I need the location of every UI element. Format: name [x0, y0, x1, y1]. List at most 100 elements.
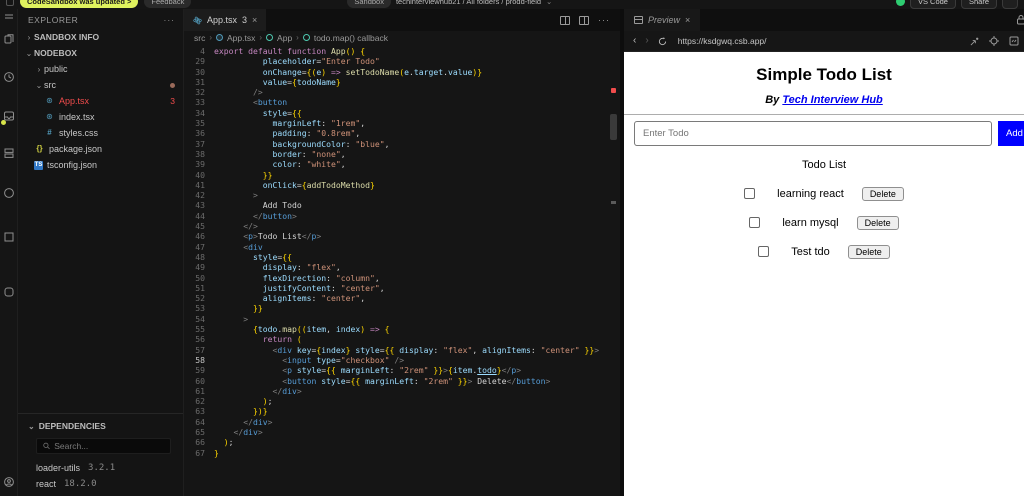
tab-preview[interactable]: Preview ×	[624, 9, 701, 31]
add-todo-button[interactable]: Add Todo	[998, 121, 1024, 146]
forward-icon[interactable]: ›	[645, 36, 648, 46]
breadcrumb-item[interactable]: src	[194, 33, 205, 43]
code-line[interactable]: 47 < div	[184, 242, 608, 252]
delete-button[interactable]: Delete	[847, 244, 890, 259]
code-line[interactable]: 63 })}	[184, 406, 608, 416]
code-line[interactable]: 4 export default function App() {	[184, 46, 608, 56]
code-line[interactable]: 33 < button	[184, 97, 608, 107]
refresh-icon[interactable]	[658, 36, 667, 46]
code-line[interactable]: 34 style ={{	[184, 108, 608, 118]
code-line[interactable]: 45 </>	[184, 221, 608, 231]
more-actions-icon[interactable]: ···	[598, 15, 610, 25]
dependency-item[interactable]: react 18.2.0	[18, 476, 183, 492]
dependency-item[interactable]: loader-utils 3.2.1	[18, 460, 183, 476]
sidebar-item-tsconfig-json[interactable]: TS tsconfig.json	[18, 157, 183, 173]
tab-app-tsx[interactable]: App.tsx 3 ×	[184, 9, 267, 31]
sidebar-item-app-tsx[interactable]: ⊛ App.tsx 3	[18, 93, 183, 109]
avatar[interactable]	[895, 0, 905, 6]
todo-checkbox[interactable]	[744, 188, 756, 199]
update-banner-pill[interactable]: CodeSandbox was updated >	[20, 0, 139, 8]
sidebar-item-styles-css[interactable]: # styles.css	[18, 125, 183, 141]
code-line[interactable]: 43 Add Todo	[184, 200, 608, 210]
code-line[interactable]: 58 < input type = "checkbox" />	[184, 355, 608, 365]
code-line[interactable]: 41 onClick ={addTodoMethod}	[184, 180, 608, 190]
open-external-icon[interactable]	[970, 37, 979, 46]
code-line[interactable]: 46 < p > Todo List </p >	[184, 231, 608, 241]
code-line[interactable]: 67}	[184, 448, 608, 458]
files-icon[interactable]	[3, 33, 15, 45]
split-editor-right-icon[interactable]	[579, 15, 589, 25]
vscode-button[interactable]: VS Code	[909, 0, 956, 9]
code-line[interactable]: 49 display: "flex",	[184, 262, 608, 272]
code-area[interactable]: 4 export default function App() {29 place…	[184, 46, 608, 496]
delete-button[interactable]: Delete	[856, 215, 899, 230]
code-line[interactable]: 32 />	[184, 87, 608, 97]
code-line[interactable]: 52 alignItems: "center",	[184, 293, 608, 303]
circle-icon[interactable]	[3, 187, 15, 199]
dependency-search-input[interactable]	[54, 441, 164, 451]
code-line[interactable]: 30 onChange ={(e) => setTodoName(e. target…	[184, 67, 608, 77]
code-line[interactable]: 66 );	[184, 437, 608, 447]
code-line[interactable]: 40 }}	[184, 170, 608, 180]
code-line[interactable]: 54 >	[184, 314, 608, 324]
scrollbar-thumb[interactable]	[610, 114, 617, 140]
account-icon[interactable]	[3, 476, 15, 488]
sandbox-pill[interactable]: Sandbox	[347, 0, 391, 8]
chevron-down-icon[interactable]: ⌄	[28, 422, 35, 431]
code-line[interactable]: 59 < p style ={{ marginLeft: "2rem" }} >{it…	[184, 365, 608, 375]
code-line[interactable]: 57 < div key ={index} style ={{ display: "f…	[184, 345, 608, 355]
code-line[interactable]: 29 placeholder = "Enter Todo"	[184, 56, 608, 66]
close-icon[interactable]: ×	[252, 15, 257, 25]
todo-checkbox[interactable]	[749, 217, 761, 228]
breadcrumb-item[interactable]: App.tsx	[227, 33, 255, 43]
close-icon[interactable]: ×	[685, 15, 690, 25]
code-line[interactable]: 39 color: "white",	[184, 159, 608, 169]
todo-checkbox[interactable]	[758, 246, 770, 257]
code-line[interactable]: 56 return (	[184, 334, 608, 344]
code-line[interactable]: 44 </button >	[184, 211, 608, 221]
breadcrumb-item[interactable]: todo.map() callback	[314, 33, 388, 43]
code-line[interactable]: 53 }}	[184, 303, 608, 313]
delete-button[interactable]: Delete	[861, 186, 904, 201]
back-icon[interactable]: ‹	[633, 36, 636, 46]
code-line[interactable]: 31 value ={todoName}	[184, 77, 608, 87]
dependency-search[interactable]	[36, 438, 171, 454]
chevron-down-icon[interactable]: ⌄	[546, 0, 552, 6]
breadcrumb-item[interactable]: App	[277, 33, 292, 43]
square-icon[interactable]	[3, 231, 15, 243]
layers-icon[interactable]	[3, 147, 15, 159]
code-line[interactable]: 38 border: "none",	[184, 149, 608, 159]
lock-icon[interactable]	[1015, 14, 1024, 26]
menu-icon[interactable]	[3, 10, 15, 22]
code-line[interactable]: 37 backgroundColor: "blue",	[184, 139, 608, 149]
sidebar-item-package-json[interactable]: {} package.json	[18, 141, 183, 157]
fork-button-partial[interactable]	[1002, 0, 1018, 9]
share-button[interactable]: Share	[960, 0, 997, 9]
todo-input[interactable]	[634, 121, 992, 146]
code-line[interactable]: 64 </div >	[184, 417, 608, 427]
code-line[interactable]: 62 );	[184, 396, 608, 406]
code-line[interactable]: 51 justifyContent: "center",	[184, 283, 608, 293]
code-line[interactable]: 65 </div >	[184, 427, 608, 437]
workspace-breadcrumb[interactable]: techinterviewhub21 / All folders / prodd…	[396, 0, 541, 6]
code-line[interactable]: 48 style ={{	[184, 252, 608, 262]
code-line[interactable]: 35 marginLeft: "1rem",	[184, 118, 608, 128]
code-line[interactable]: 55 {todo. map((item, index) => {	[184, 324, 608, 334]
sidebar-item-nodebox[interactable]: ⌄ NODEBOX	[18, 45, 183, 61]
code-line[interactable]: 42 >	[184, 190, 608, 200]
code-line[interactable]: 36 padding: "0.8rem",	[184, 128, 608, 138]
explorer-more-icon[interactable]: ···	[164, 15, 176, 25]
clock-icon[interactable]	[3, 71, 15, 83]
sidebar-item-src[interactable]: ⌄ src	[18, 77, 183, 93]
tech-interview-hub-link[interactable]: Tech Interview Hub	[782, 94, 882, 106]
sidebar-item-index-tsx[interactable]: ⊛ index.tsx	[18, 109, 183, 125]
crosshair-icon[interactable]	[989, 36, 999, 46]
code-line[interactable]: 61 </div >	[184, 386, 608, 396]
sidebar-item-sandbox-info[interactable]: › SANDBOX INFO	[18, 29, 183, 45]
feedback-button[interactable]: Feedback	[144, 0, 192, 8]
code-line[interactable]: 50 flexDirection: "column",	[184, 273, 608, 283]
code-line[interactable]: 60 < button style ={{ marginLeft: "2rem" }…	[184, 376, 608, 386]
sidebar-item-public[interactable]: › public	[18, 61, 183, 77]
split-editor-icon[interactable]	[560, 15, 570, 25]
frame-icon[interactable]	[3, 286, 15, 298]
